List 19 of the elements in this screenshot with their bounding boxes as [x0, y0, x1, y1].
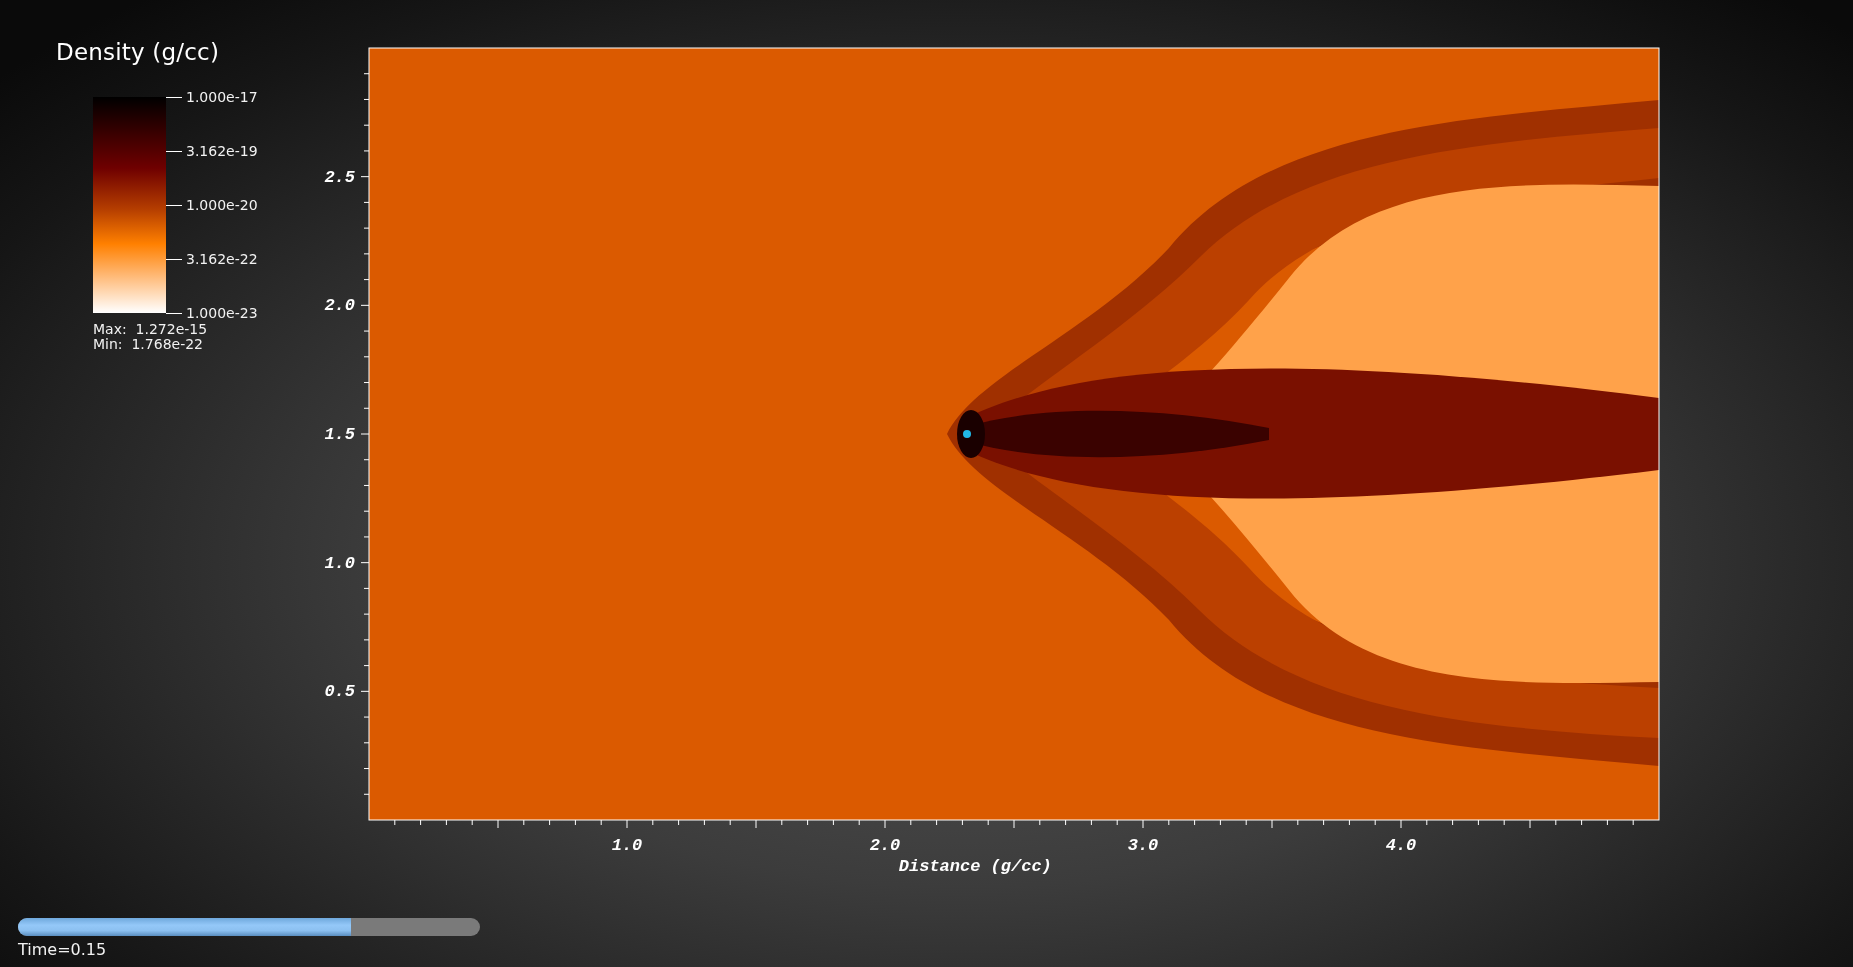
y-tick-label: 1.0 [324, 553, 355, 573]
y-tick-label: 1.5 [324, 425, 355, 444]
y-tick-label: 2.0 [324, 296, 355, 316]
y-tick-label: 2.5 [324, 167, 355, 187]
legend-tick-label: 3.162e-19 [186, 143, 258, 159]
x-tick-label: 2.0 [869, 836, 901, 855]
min-value: Min: 1.768e-22 [93, 337, 205, 352]
time-label: Time=0.15 [18, 940, 108, 959]
x-tick-label: 3.0 [1127, 836, 1159, 855]
x-axis-title: Distance (g/cc) [898, 857, 1052, 876]
x-tick-label: 1.0 [611, 836, 643, 855]
max-value: Max: 1.272e-15 [93, 322, 209, 337]
legend-tick-label: 1.000e-23 [186, 305, 258, 321]
legend-tick-label: 3.162e-22 [186, 251, 258, 267]
legend-tick-label: 1.000e-20 [186, 197, 258, 213]
legend-tick-label: 1.000e-17 [186, 89, 258, 105]
legend-title: Density (g/cc) [56, 38, 221, 67]
y-tick-label: 0.5 [324, 682, 355, 702]
x-tick-label: 4.0 [1385, 836, 1417, 855]
